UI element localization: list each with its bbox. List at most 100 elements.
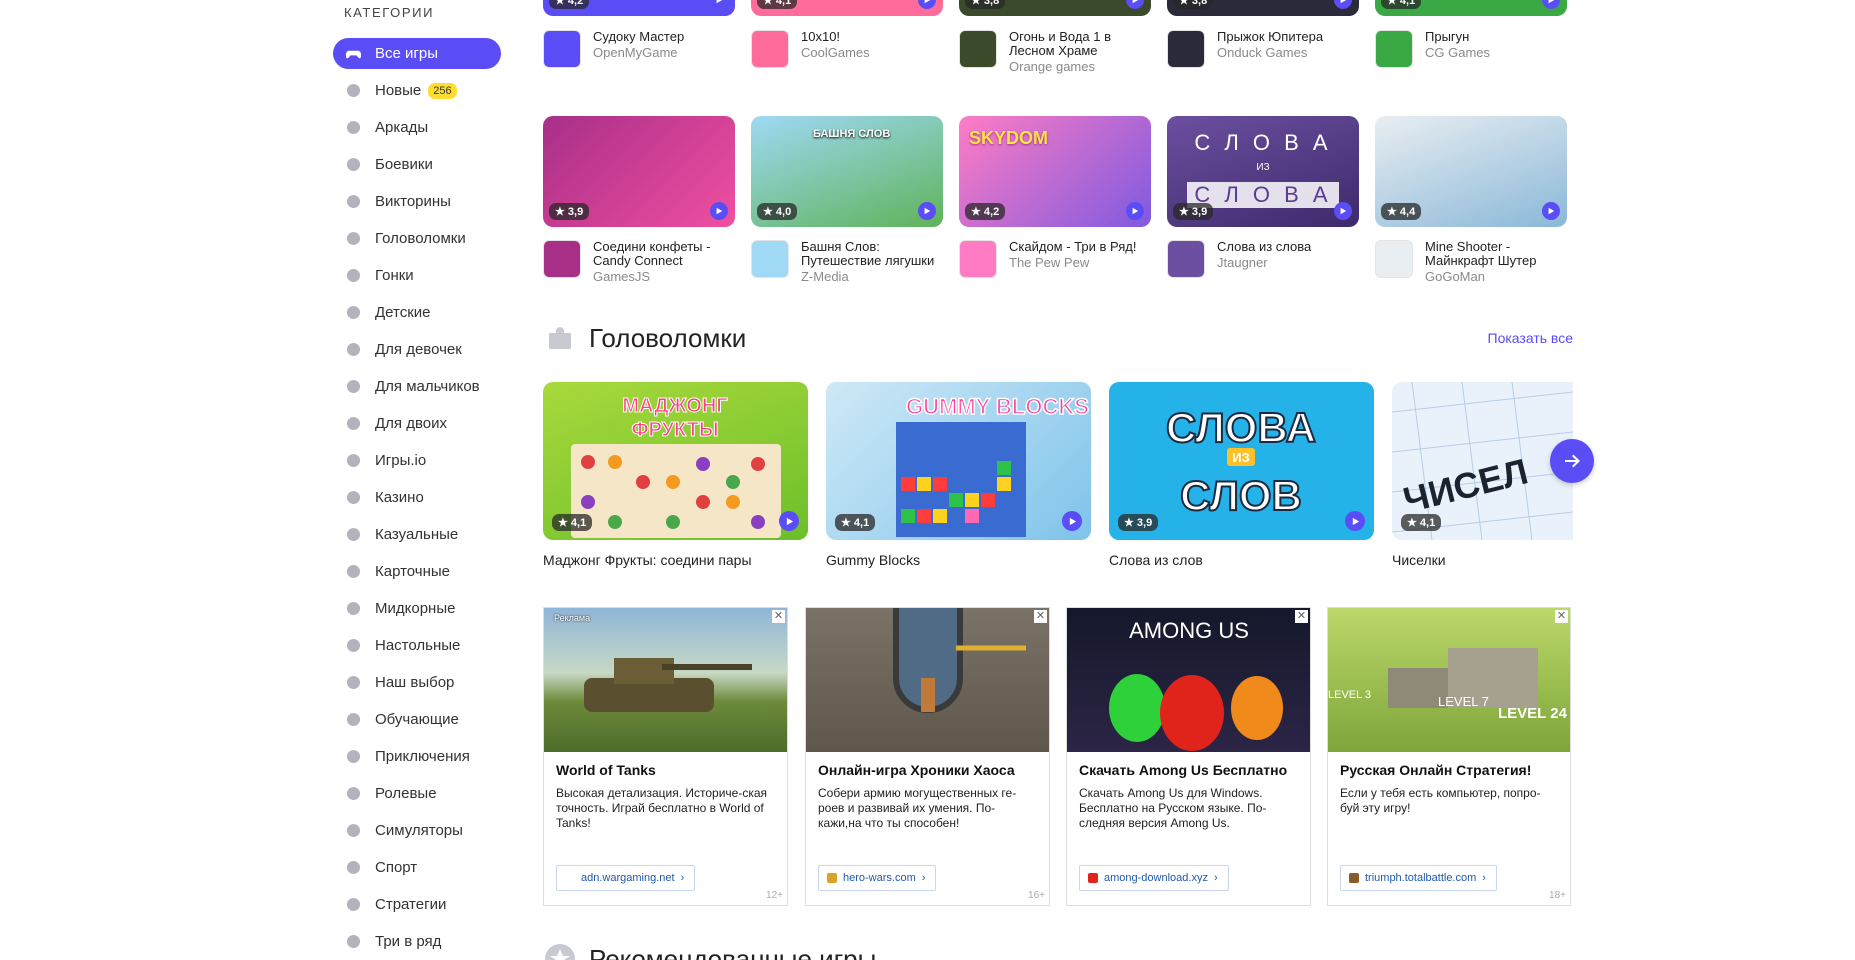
rating-badge: ★ 3,9: [549, 203, 590, 220]
person-icon: [345, 823, 361, 839]
game-title: Прыжок Юпитера: [1217, 29, 1324, 44]
game-card-info[interactable]: Башня Слов: Путешествие лягушки Z-Media: [751, 240, 951, 284]
sidebar-item[interactable]: Для мальчиков: [333, 371, 501, 402]
close-icon[interactable]: ✕: [1555, 610, 1568, 623]
game-card-info[interactable]: 10x10! CoolGames: [751, 30, 951, 68]
close-icon[interactable]: ✕: [1034, 610, 1047, 623]
sidebar-item[interactable]: Гонки: [333, 260, 501, 291]
game-tile-mahjong[interactable]: МАДЖОНГ ФРУКТЫ ★ 4,1: [543, 382, 808, 540]
play-icon: [710, 202, 728, 220]
close-icon[interactable]: ✕: [1295, 610, 1308, 623]
sidebar-item[interactable]: Три в ряд: [333, 926, 501, 957]
game-card-info[interactable]: Соедини конфеты - Candy Connect GamesJS: [543, 240, 743, 284]
game-title: Mine Shooter - Майнкрафт Шутер: [1425, 239, 1537, 268]
gamepad-icon: [345, 46, 361, 62]
sidebar-item[interactable]: Стратегии: [333, 889, 501, 920]
age-rating: 16+: [1028, 890, 1045, 901]
sidebar-item[interactable]: Казуальные: [333, 519, 501, 550]
rating-badge: ★ 4,1: [835, 514, 876, 531]
sidebar-item[interactable]: Детские: [333, 297, 501, 328]
game-developer: CG Games: [1425, 45, 1491, 60]
sidebar-item[interactable]: Аркады: [333, 112, 501, 143]
sidebar-item[interactable]: Спорт: [333, 852, 501, 883]
sidebar-item[interactable]: Викторины: [333, 186, 501, 217]
game-card-info[interactable]: Прыжок Юпитера Onduck Games: [1167, 30, 1367, 68]
game-icon: [959, 30, 997, 68]
ad-image[interactable]: ✕: [806, 608, 1049, 752]
game-tile-gummy-blocks[interactable]: GUMMY BLOCKS ★ 4,1: [826, 382, 1091, 540]
ad-link-button[interactable]: adn.wargaming.net ›: [556, 865, 696, 891]
play-icon: [779, 511, 799, 531]
ad-card[interactable]: Реклама ✕ World of Tanks Высокая детализаци…: [543, 607, 788, 906]
sidebar-item-label: Стратегии: [375, 896, 447, 913]
ad-link-button[interactable]: among-download.xyz ›: [1079, 865, 1229, 891]
sidebar-item[interactable]: Казино: [333, 482, 501, 513]
sidebar-item[interactable]: Приключения: [333, 741, 501, 772]
game-tile[interactable]: С Л О В А ИЗ С Л О В А ★ 3,9: [1167, 116, 1359, 227]
ad-card[interactable]: LEVEL 7 LEVEL 24 LEVEL 3 ✕ Русская Онлайн Ст…: [1327, 607, 1571, 906]
three-dots-icon: [345, 934, 361, 950]
game-tile[interactable]: ★ 4,1: [751, 0, 943, 16]
ad-link-button[interactable]: triumph.totalbattle.com ›: [1340, 865, 1497, 891]
game-tile[interactable]: SKYDOM ★ 4,2: [959, 116, 1151, 227]
sidebar-item[interactable]: Симуляторы: [333, 815, 501, 846]
sidebar-item[interactable]: Настольные: [333, 630, 501, 661]
game-title[interactable]: Слова из слов: [1109, 552, 1203, 568]
play-icon: [918, 202, 936, 220]
game-title[interactable]: Чиселки: [1392, 552, 1446, 568]
game-tile[interactable]: ★ 3,8: [1167, 0, 1359, 16]
rating-badge: ★ 3,8: [1173, 0, 1214, 9]
play-icon: [1334, 0, 1352, 9]
game-title[interactable]: Маджонг Фрукты: соедини пары: [543, 552, 752, 568]
sidebar-item-label: Наш выбор: [375, 674, 455, 691]
ad-image[interactable]: LEVEL 7 LEVEL 24 LEVEL 3 ✕: [1328, 608, 1570, 752]
sidebar-item[interactable]: Для двоих: [333, 408, 501, 439]
game-tile[interactable]: ★ 4,1: [1375, 0, 1567, 16]
game-card-info[interactable]: Слова из слова Jtaugner: [1167, 240, 1367, 278]
sidebar-item-label: Головоломки: [375, 230, 466, 247]
sidebar-item[interactable]: Карточные: [333, 556, 501, 587]
game-card-info[interactable]: Огонь и Вода 1 в Лесном Храме Orange game…: [959, 30, 1159, 74]
game-tile[interactable]: ★ 3,8: [959, 0, 1151, 16]
ad-title[interactable]: Скачать Among Us Бесплатно: [1079, 762, 1298, 778]
crown-icon: [345, 786, 361, 802]
ad-image[interactable]: Реклама ✕: [544, 608, 787, 752]
sidebar-item[interactable]: Мидкорные: [333, 593, 501, 624]
ad-link-button[interactable]: hero-wars.com ›: [818, 865, 937, 891]
sidebar-item-label: Карточные: [375, 563, 451, 580]
sidebar-item[interactable]: Обучающие: [333, 704, 501, 735]
sidebar-item[interactable]: Новые 256: [333, 75, 501, 106]
game-tile[interactable]: ★ 3,9: [543, 116, 735, 227]
sidebar-item[interactable]: Игры.io: [333, 445, 501, 476]
close-icon[interactable]: ✕: [772, 610, 785, 623]
ad-title[interactable]: World of Tanks: [556, 762, 775, 778]
ad-title[interactable]: Онлайн-игра Хроники Хаоса: [818, 762, 1037, 778]
ad-image[interactable]: AMONG US ✕: [1067, 608, 1310, 752]
game-card-info[interactable]: Mine Shooter - Майнкрафт Шутер GoGoMan: [1375, 240, 1575, 284]
game-tile[interactable]: БАШНЯ СЛОВ ★ 4,0: [751, 116, 943, 227]
game-tile-numbers[interactable]: ЧИСЕЛ ★ 4,1: [1392, 382, 1573, 540]
show-all-link[interactable]: Показать все: [1488, 330, 1573, 346]
game-tile[interactable]: ★ 4,2: [543, 0, 735, 16]
game-developer: GamesJS: [593, 269, 651, 284]
game-card-info[interactable]: Прыгун CG Games: [1375, 30, 1575, 68]
sidebar-item[interactable]: Все игры: [333, 38, 501, 69]
ad-card[interactable]: ✕ Онлайн-игра Хроники Хаоса Собери армию м…: [805, 607, 1050, 906]
helmet-icon: [345, 268, 361, 284]
game-tile-words[interactable]: СЛОВА ИЗ СЛОВ ★ 3,9: [1109, 382, 1374, 540]
ad-card[interactable]: AMONG US ✕ Скачать Among Us Бесплатно Скача…: [1066, 607, 1311, 906]
sidebar-item[interactable]: Ролевые: [333, 778, 501, 809]
game-card-info[interactable]: Скайдом - Три в Ряд! The Pew Pew: [959, 240, 1159, 278]
game-title[interactable]: Gummy Blocks: [826, 552, 920, 568]
game-tile[interactable]: ★ 4,4: [1375, 116, 1567, 227]
sidebar-item[interactable]: Боевики: [333, 149, 501, 180]
ad-title[interactable]: Русская Онлайн Стратегия!: [1340, 762, 1558, 778]
sidebar-item[interactable]: Для девочек: [333, 334, 501, 365]
carousel-next-button[interactable]: [1550, 439, 1594, 483]
tile-logo: БАШНЯ СЛОВ: [813, 128, 891, 140]
game-card-info[interactable]: Судоку Мастер OpenMyGame: [543, 30, 743, 68]
ad-link-domain: triumph.totalbattle.com: [1365, 872, 1477, 884]
sidebar-item[interactable]: Головоломки: [333, 223, 501, 254]
new-count-badge: 256: [428, 82, 457, 99]
sidebar-item[interactable]: Наш выбор: [333, 667, 501, 698]
